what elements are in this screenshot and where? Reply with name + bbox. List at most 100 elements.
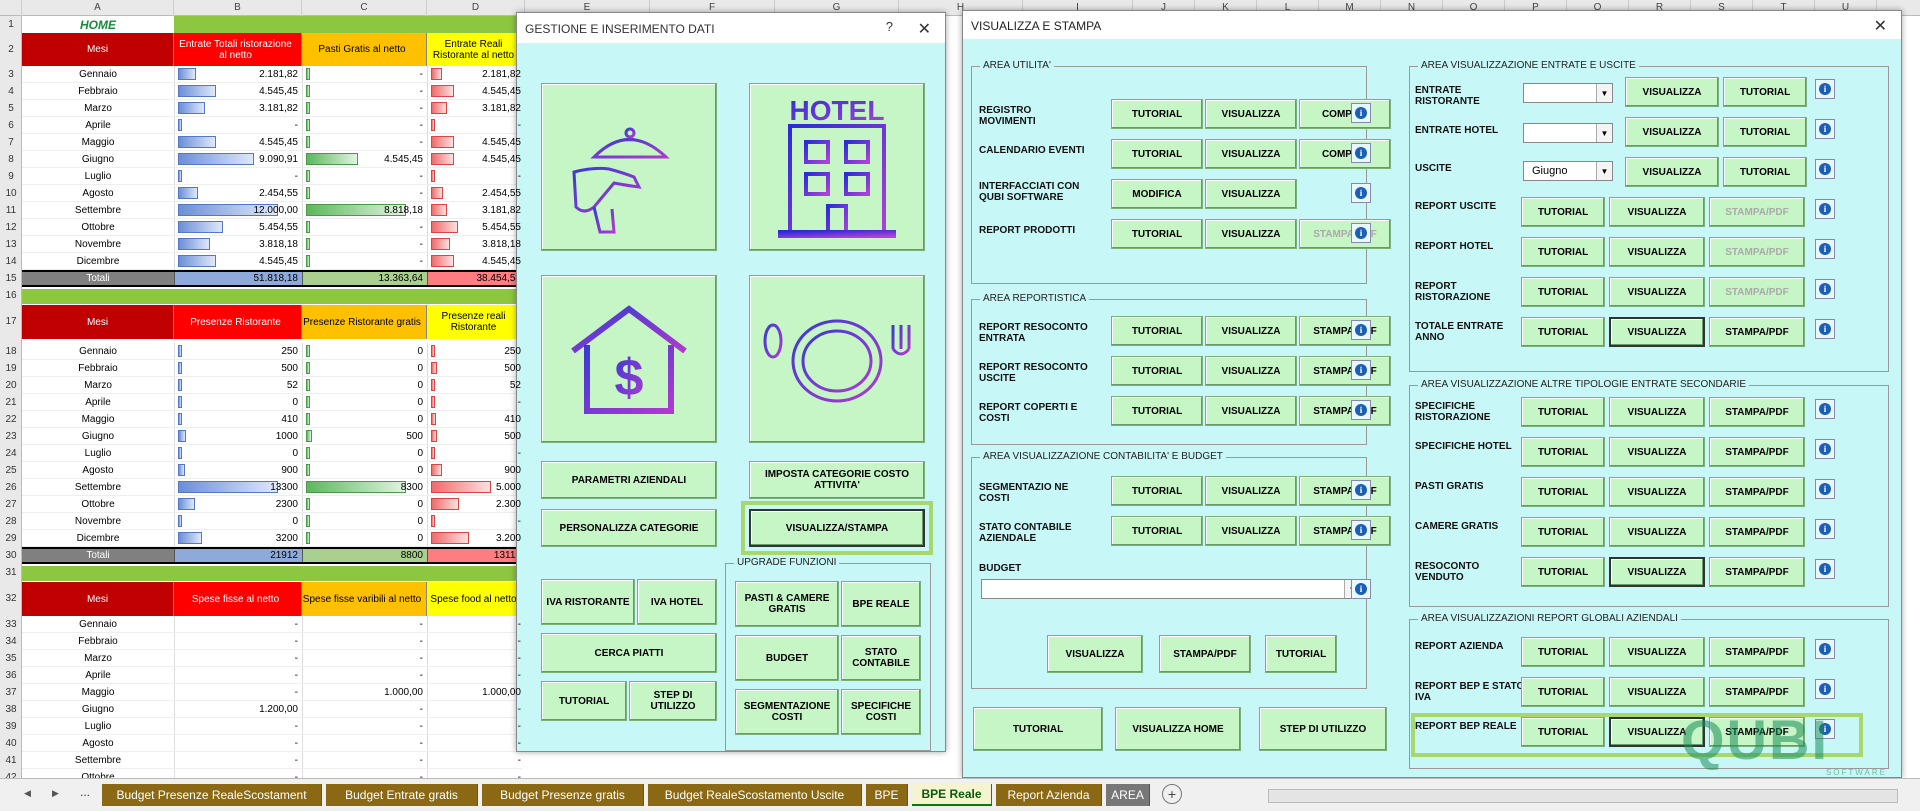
value-cell[interactable]: 3.818,18 (174, 236, 302, 252)
tutorial-button[interactable]: TUTORIAL (1521, 637, 1605, 667)
info-button[interactable]: i (1351, 183, 1371, 203)
value-cell[interactable]: 4.545,45 (302, 151, 427, 167)
value-cell[interactable]: 2.181,82 (174, 66, 302, 82)
column-header[interactable]: C (302, 0, 427, 16)
visualizza-button[interactable]: VISUALIZZA (1205, 516, 1297, 546)
value-cell[interactable]: - (302, 616, 427, 632)
close-icon[interactable]: ✕ (918, 19, 931, 39)
step-utilizzo-button[interactable]: STEP DI UTILIZZO (1259, 707, 1387, 751)
total-value[interactable]: 13.363,64 (302, 272, 427, 285)
row-number[interactable]: 1 (0, 16, 22, 33)
value-cell[interactable]: - (302, 752, 427, 768)
tutorial-button[interactable]: TUTORIAL (1111, 316, 1203, 346)
row-number[interactable]: 15 (0, 270, 22, 287)
row-number[interactable]: 27 (0, 496, 22, 513)
value-cell[interactable]: 900 (174, 462, 302, 478)
total-value[interactable]: 8800 (302, 549, 427, 562)
info-button[interactable]: i (1351, 520, 1371, 540)
value-cell[interactable]: - (427, 633, 525, 649)
value-cell[interactable]: - (174, 117, 302, 133)
entrate-hotel-combo[interactable]: ▼ (1523, 123, 1613, 143)
tutorial-button[interactable]: TUTORIAL (1521, 517, 1605, 547)
row-number[interactable]: 20 (0, 377, 22, 394)
compila-button[interactable]: COMPILA (1299, 139, 1391, 169)
value-cell[interactable]: 9.090,91 (174, 151, 302, 167)
month-cell[interactable]: Maggio (22, 684, 174, 700)
column-header[interactable]: D (427, 0, 525, 16)
tutorial-button[interactable]: TUTORIAL (1521, 317, 1605, 347)
info-button[interactable]: i (1815, 439, 1835, 459)
row-number[interactable]: 7 (0, 134, 22, 151)
value-cell[interactable]: - (302, 701, 427, 717)
value-cell[interactable]: 0 (302, 530, 427, 546)
value-cell[interactable]: 0 (302, 411, 427, 427)
value-cell[interactable]: 500 (174, 360, 302, 376)
value-cell[interactable]: - (302, 650, 427, 666)
row-number[interactable]: 33 (0, 616, 22, 633)
value-cell[interactable]: 2300 (174, 496, 302, 512)
month-cell[interactable]: Settembre (22, 202, 174, 218)
value-cell[interactable]: 0 (302, 513, 427, 529)
value-cell[interactable]: 4.545,45 (427, 253, 525, 269)
month-cell[interactable]: Febbraio (22, 360, 174, 376)
tutorial-button[interactable]: TUTORIAL (1111, 139, 1203, 169)
info-button[interactable]: i (1815, 639, 1835, 659)
row-number[interactable]: 2 (0, 33, 22, 66)
row-number[interactable]: 16 (0, 287, 22, 304)
value-cell[interactable]: 410 (174, 411, 302, 427)
value-cell[interactable]: 410 (427, 411, 525, 427)
value-cell[interactable]: 1.000,00 (302, 684, 427, 700)
visualizza-button[interactable]: VISUALIZZA (1609, 677, 1705, 707)
value-cell[interactable]: 3.181,82 (427, 202, 525, 218)
row-number[interactable]: 12 (0, 219, 22, 236)
value-cell[interactable]: 2.300 (427, 496, 525, 512)
value-cell[interactable]: - (427, 667, 525, 683)
bpe-reale-button[interactable]: BPE REALE (841, 581, 921, 627)
month-cell[interactable]: Giugno (22, 701, 174, 717)
tutorial-button[interactable]: TUTORIAL (1521, 677, 1605, 707)
budget-button[interactable]: BUDGET (735, 635, 839, 681)
total-value[interactable]: 21912 (174, 549, 302, 562)
row-number[interactable]: 14 (0, 253, 22, 270)
value-cell[interactable]: 4.545,45 (427, 151, 525, 167)
stampa-button[interactable]: STAMPA/PDF (1299, 476, 1391, 506)
tutorial-button[interactable]: TUTORIAL (1111, 356, 1203, 386)
info-button[interactable]: i (1815, 199, 1835, 219)
month-cell[interactable]: Luglio (22, 718, 174, 734)
month-cell[interactable]: Ottobre (22, 219, 174, 235)
value-cell[interactable]: - (174, 168, 302, 184)
value-cell[interactable]: - (174, 718, 302, 734)
value-cell[interactable]: 1000 (174, 428, 302, 444)
add-sheet-button[interactable]: + (1162, 784, 1182, 804)
tutorial-button[interactable]: TUTORIAL (1521, 277, 1605, 307)
tutorial-button[interactable]: TUTORIAL (541, 681, 627, 721)
help-button[interactable]: ? (886, 19, 893, 34)
stampa-button[interactable]: STAMPA/PDF (1709, 317, 1805, 347)
month-cell[interactable]: Agosto (22, 462, 174, 478)
stampa-button[interactable]: STAMPA/PDF (1709, 557, 1805, 587)
stampa-button[interactable]: STAMPA/PDF (1299, 219, 1391, 249)
segmentazione-costi-button[interactable]: SEGMENTAZIONE COSTI (735, 689, 839, 735)
value-cell[interactable]: 500 (427, 428, 525, 444)
value-cell[interactable]: 0 (174, 394, 302, 410)
value-cell[interactable]: - (427, 117, 525, 133)
stampa-button[interactable]: STAMPA/PDF (1709, 477, 1805, 507)
value-cell[interactable]: 0 (302, 360, 427, 376)
value-cell[interactable]: 1.000,00 (427, 684, 525, 700)
tutorial-button[interactable]: TUTORIAL (1521, 437, 1605, 467)
month-cell[interactable]: Maggio (22, 134, 174, 150)
value-cell[interactable]: 900 (427, 462, 525, 478)
value-cell[interactable]: 0 (302, 343, 427, 359)
month-cell[interactable]: Giugno (22, 428, 174, 444)
month-cell[interactable]: Luglio (22, 168, 174, 184)
total-value[interactable]: 13112 (427, 549, 525, 562)
pasti-camere-gratis-button[interactable]: PASTI & CAMERE GRATIS (735, 581, 839, 627)
row-number[interactable]: 41 (0, 752, 22, 769)
value-cell[interactable]: 3200 (174, 530, 302, 546)
info-button[interactable]: i (1815, 119, 1835, 139)
row-number[interactable]: 31 (0, 564, 22, 581)
value-cell[interactable]: 0 (174, 445, 302, 461)
compila-button[interactable]: COMPILA (1299, 99, 1391, 129)
info-button[interactable]: i (1815, 679, 1835, 699)
row-number[interactable]: 34 (0, 633, 22, 650)
